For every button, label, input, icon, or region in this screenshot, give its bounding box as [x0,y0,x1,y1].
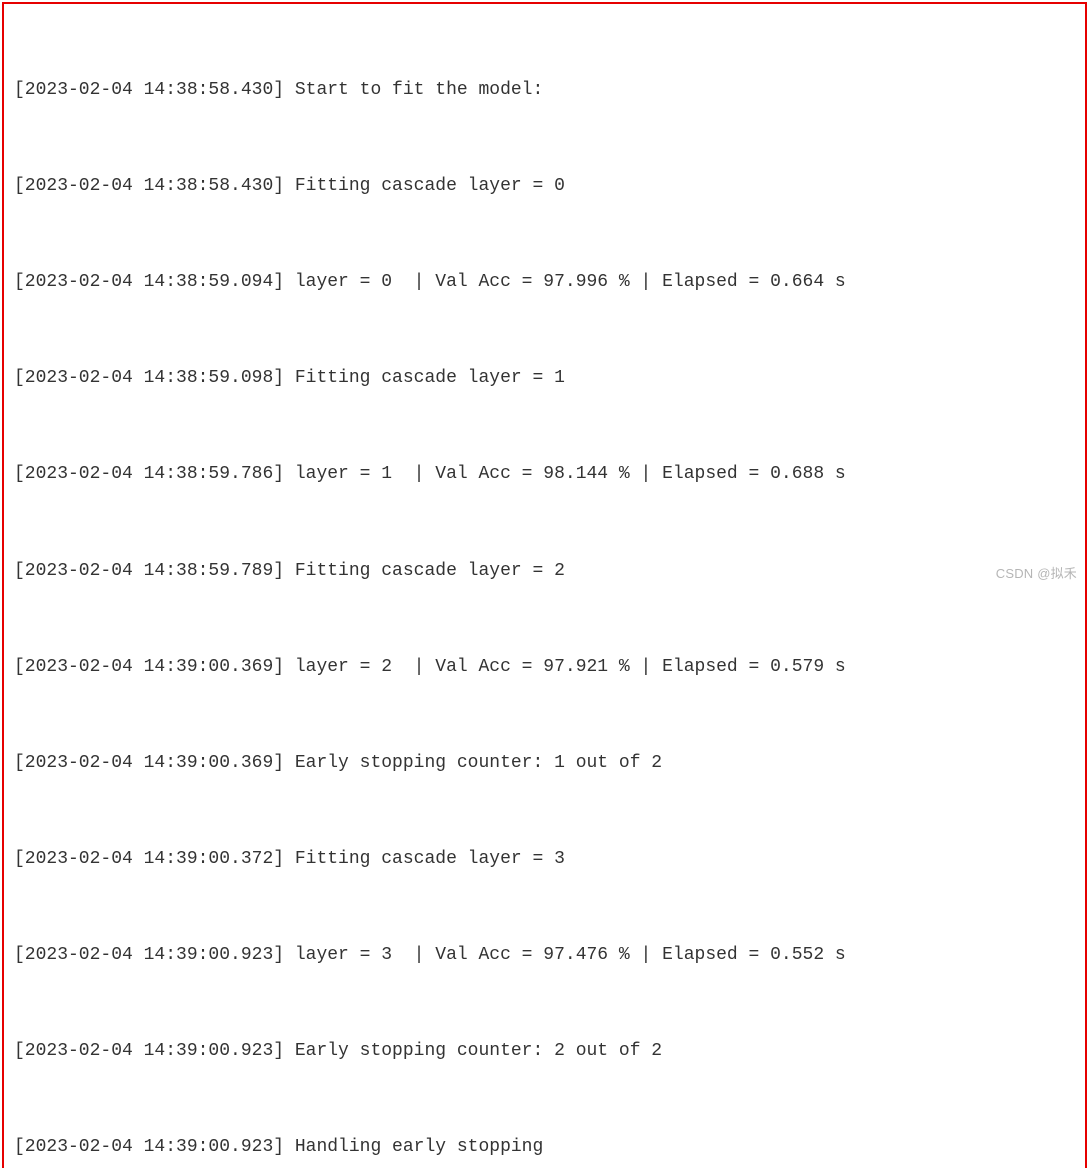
log-line: [2023-02-04 14:39:00.369] layer = 2 | Va… [14,651,1075,683]
log-line: [2023-02-04 14:39:00.369] Early stopping… [14,747,1075,779]
log-line: [2023-02-04 14:38:59.094] layer = 0 | Va… [14,266,1075,298]
log-line: [2023-02-04 14:39:00.923] Handling early… [14,1131,1075,1163]
log-line: [2023-02-04 14:38:59.786] layer = 1 | Va… [14,458,1075,490]
watermark-text: CSDN @拟禾 [996,563,1077,582]
log-line: [2023-02-04 14:39:00.923] layer = 3 | Va… [14,939,1075,971]
log-output-box: [2023-02-04 14:38:58.430] Start to fit t… [2,2,1087,1168]
log-line: [2023-02-04 14:38:59.098] Fitting cascad… [14,362,1075,394]
log-line: [2023-02-04 14:38:58.430] Fitting cascad… [14,170,1075,202]
log-line: [2023-02-04 14:39:00.923] Early stopping… [14,1035,1075,1067]
log-line: [2023-02-04 14:39:00.372] Fitting cascad… [14,843,1075,875]
log-line: [2023-02-04 14:38:59.789] Fitting cascad… [14,555,1075,587]
log-line: [2023-02-04 14:38:58.430] Start to fit t… [14,74,1075,106]
